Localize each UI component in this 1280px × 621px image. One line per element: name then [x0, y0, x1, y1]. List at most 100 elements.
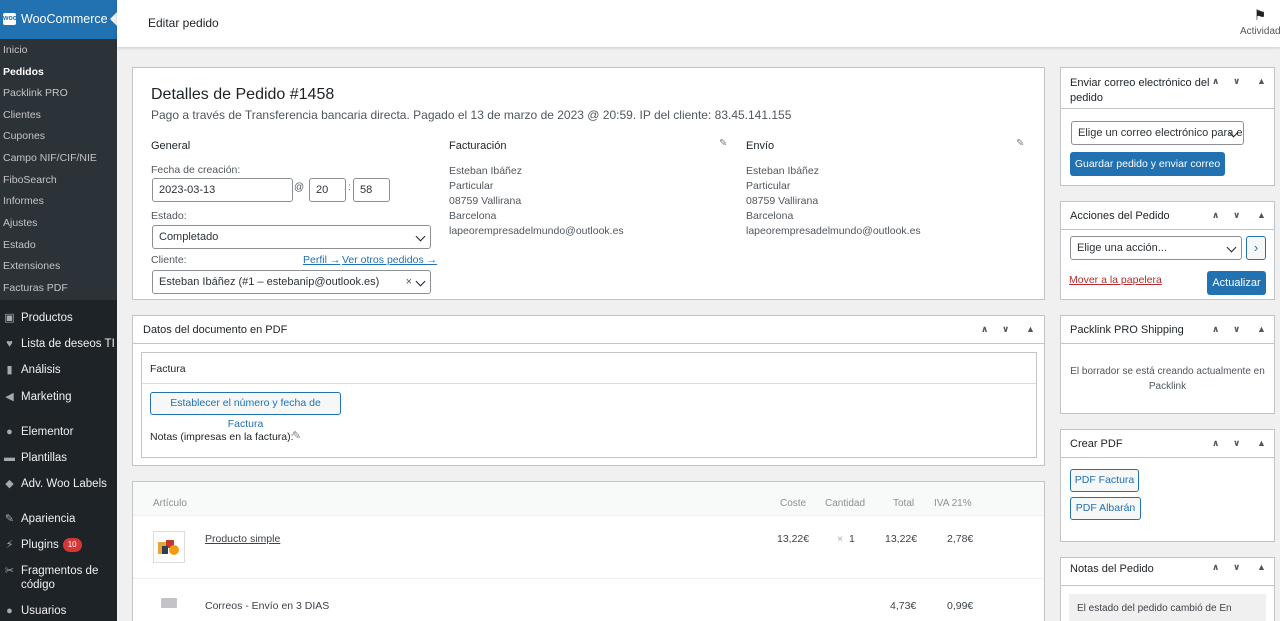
woocommerce-submenu: Inicio Pedidos Packlink PRO Clientes Cup…	[0, 39, 117, 300]
plugin-icon: ⚡	[5, 539, 14, 551]
customer-select[interactable]: Esteban Ibáñez (#1 – estebanip@outlook.e…	[152, 270, 431, 294]
submenu-item-facturas[interactable]: Facturas PDF	[3, 282, 68, 294]
column-header-qty: Cantidad	[825, 498, 866, 509]
chevron-down-icon	[1226, 242, 1237, 253]
shipping-address: Esteban Ibáñez Particular 08759 Valliran…	[746, 165, 921, 237]
email-select[interactable]: Elige un correo electrónico para enviar	[1071, 121, 1244, 145]
order-subtitle: Pago a través de Transferencia bancaria …	[151, 108, 792, 122]
submenu-item-packlink[interactable]: Packlink PRO	[3, 87, 68, 99]
page-title: Editar pedido	[148, 16, 219, 30]
save-and-send-email-button[interactable]: Guardar pedido y enviar correo	[1070, 152, 1225, 176]
collapse-arrow-icon[interactable]: ▲	[1257, 324, 1266, 334]
submenu-item-informes[interactable]: Informes	[3, 195, 44, 207]
profile-link[interactable]: Perfil →	[303, 254, 340, 266]
tag-icon: ◆	[5, 478, 14, 490]
submenu-item-estado[interactable]: Estado	[3, 239, 36, 251]
megaphone-icon: ◀	[5, 391, 14, 403]
customer-label: Cliente:	[151, 254, 187, 266]
invoice-subpanel: Factura Establecer el número y fecha de …	[141, 352, 1037, 458]
order-items-panel: Artículo Coste Cantidad Total IVA 21% Pr…	[132, 481, 1045, 621]
product-qty: 1	[849, 533, 855, 545]
move-to-trash-link[interactable]: Mover a la papelera	[1069, 274, 1162, 286]
submenu-item-cupones[interactable]: Cupones	[3, 130, 45, 142]
chevron-down-icon[interactable]: ∨	[1233, 76, 1240, 87]
collapse-arrow-icon[interactable]: ▲	[1026, 324, 1035, 334]
chevron-up-icon[interactable]: ∧	[1212, 438, 1219, 449]
product-cost: 13,22€	[777, 533, 810, 545]
packlink-panel: Packlink PRO Shipping ∧ ∨ ▲ El borrador …	[1060, 315, 1275, 414]
status-label: Estado:	[151, 210, 187, 222]
submenu-item-inicio[interactable]: Inicio	[3, 44, 28, 56]
update-button[interactable]: Actualizar	[1207, 271, 1266, 295]
submenu-item-fibosearch[interactable]: FiboSearch	[3, 174, 57, 186]
order-action-select[interactable]: Elige una acción...	[1070, 236, 1242, 260]
qty-times: ×	[837, 533, 844, 545]
chevron-down-icon[interactable]: ∨	[1233, 562, 1240, 573]
elementor-icon: ●	[6, 426, 13, 438]
submenu-item-extensiones[interactable]: Extensiones	[3, 260, 60, 272]
collapse-arrow-icon[interactable]: ▲	[1257, 562, 1266, 572]
product-total: 13,22€	[885, 533, 918, 545]
invoice-notes-label: Notas (impresas en la factura):	[150, 431, 294, 443]
set-invoice-number-button[interactable]: Establecer el número y fecha de Factura	[150, 392, 341, 430]
billing-title: Facturación	[449, 140, 507, 152]
sidebar-item-woocommerce[interactable]: woo WooCommerce	[0, 0, 117, 39]
order-notes-title: Notas del Pedido	[1070, 563, 1154, 575]
packlink-status-text: El borrador se está creando actualmente …	[1070, 366, 1265, 392]
submenu-item-ajustes[interactable]: Ajustes	[3, 217, 37, 229]
scissors-icon: ✂	[4, 565, 15, 577]
collapse-arrow-icon[interactable]: ▲	[1257, 438, 1266, 448]
create-pdf-title: Crear PDF	[1070, 438, 1123, 450]
chevron-down-icon[interactable]: ∨	[1233, 324, 1240, 335]
minute-input[interactable]: 58	[353, 178, 390, 202]
chevron-up-icon[interactable]: ∧	[1212, 210, 1219, 221]
chevron-up-icon[interactable]: ∧	[981, 324, 988, 335]
apply-action-button[interactable]: ›	[1246, 236, 1266, 260]
edit-billing-pencil-icon[interactable]: ✎	[719, 138, 727, 149]
activity-button[interactable]: ⚑ Actividad	[1240, 6, 1280, 37]
submenu-item-pedidos[interactable]: Pedidos	[3, 66, 44, 78]
folder-icon: ▬	[4, 452, 15, 464]
collapse-arrow-icon[interactable]: ▲	[1257, 210, 1266, 220]
submenu-item-nif[interactable]: Campo NIF/CIF/NIE	[3, 152, 97, 164]
plugins-label: Plugins	[21, 539, 59, 551]
pdf-panel-title: Datos del documento en PDF	[143, 324, 288, 336]
table-row: Producto simple 13,22€ × 1 13,22€ 2,78€	[133, 516, 1044, 579]
user-icon: ●	[6, 605, 13, 617]
pencil-icon[interactable]: ✎	[292, 429, 301, 442]
activity-label: Actividad	[1240, 26, 1280, 37]
edit-shipping-pencil-icon[interactable]: ✎	[1016, 138, 1024, 149]
sidebar-brand-label: WooCommerce	[21, 12, 108, 26]
chevron-down-icon	[415, 231, 426, 242]
pdf-invoice-button[interactable]: PDF Factura	[1070, 469, 1139, 492]
chevron-down-icon	[415, 276, 426, 287]
status-select[interactable]: Completado	[152, 225, 431, 249]
archive-icon: ▣	[4, 312, 15, 324]
chevron-down-icon[interactable]: ∨	[1233, 210, 1240, 221]
order-actions-title: Acciones del Pedido	[1070, 210, 1170, 222]
admin-sidebar: woo WooCommerce Inicio Pedidos Packlink …	[0, 0, 117, 621]
chevron-down-icon[interactable]: ∨	[1002, 324, 1009, 335]
date-input[interactable]: 2023-03-13	[152, 178, 293, 202]
shipping-total: 4,73€	[890, 600, 917, 612]
column-header-cost: Coste	[780, 498, 807, 509]
chevron-down-icon[interactable]: ∨	[1233, 438, 1240, 449]
order-details-panel: Detalles de Pedido #1458 Pago a través d…	[132, 67, 1045, 300]
chevron-up-icon[interactable]: ∧	[1212, 324, 1219, 335]
hour-input[interactable]: 20	[309, 178, 346, 202]
product-thumbnail[interactable]	[153, 531, 185, 563]
packlink-title: Packlink PRO Shipping	[1070, 324, 1184, 336]
submenu-item-clientes[interactable]: Clientes	[3, 109, 41, 121]
clear-icon[interactable]: ×	[406, 271, 412, 293]
shipping-tax: 0,99€	[947, 600, 974, 612]
customer-value: Esteban Ibáñez (#1 – estebanip@outlook.e…	[159, 276, 380, 288]
date-label: Fecha de creación:	[151, 164, 241, 176]
collapse-arrow-icon[interactable]: ▲	[1257, 76, 1266, 86]
other-orders-link[interactable]: Ver otros pedidos →	[342, 254, 437, 266]
send-email-title: Enviar correo electrónico del pedido	[1070, 77, 1210, 104]
pdf-delivery-note-button[interactable]: PDF Albarán	[1070, 497, 1141, 520]
product-tax: 2,78€	[947, 533, 974, 545]
chevron-up-icon[interactable]: ∧	[1212, 562, 1219, 573]
chevron-up-icon[interactable]: ∧	[1212, 76, 1219, 87]
product-name-link[interactable]: Producto simple	[205, 533, 280, 545]
